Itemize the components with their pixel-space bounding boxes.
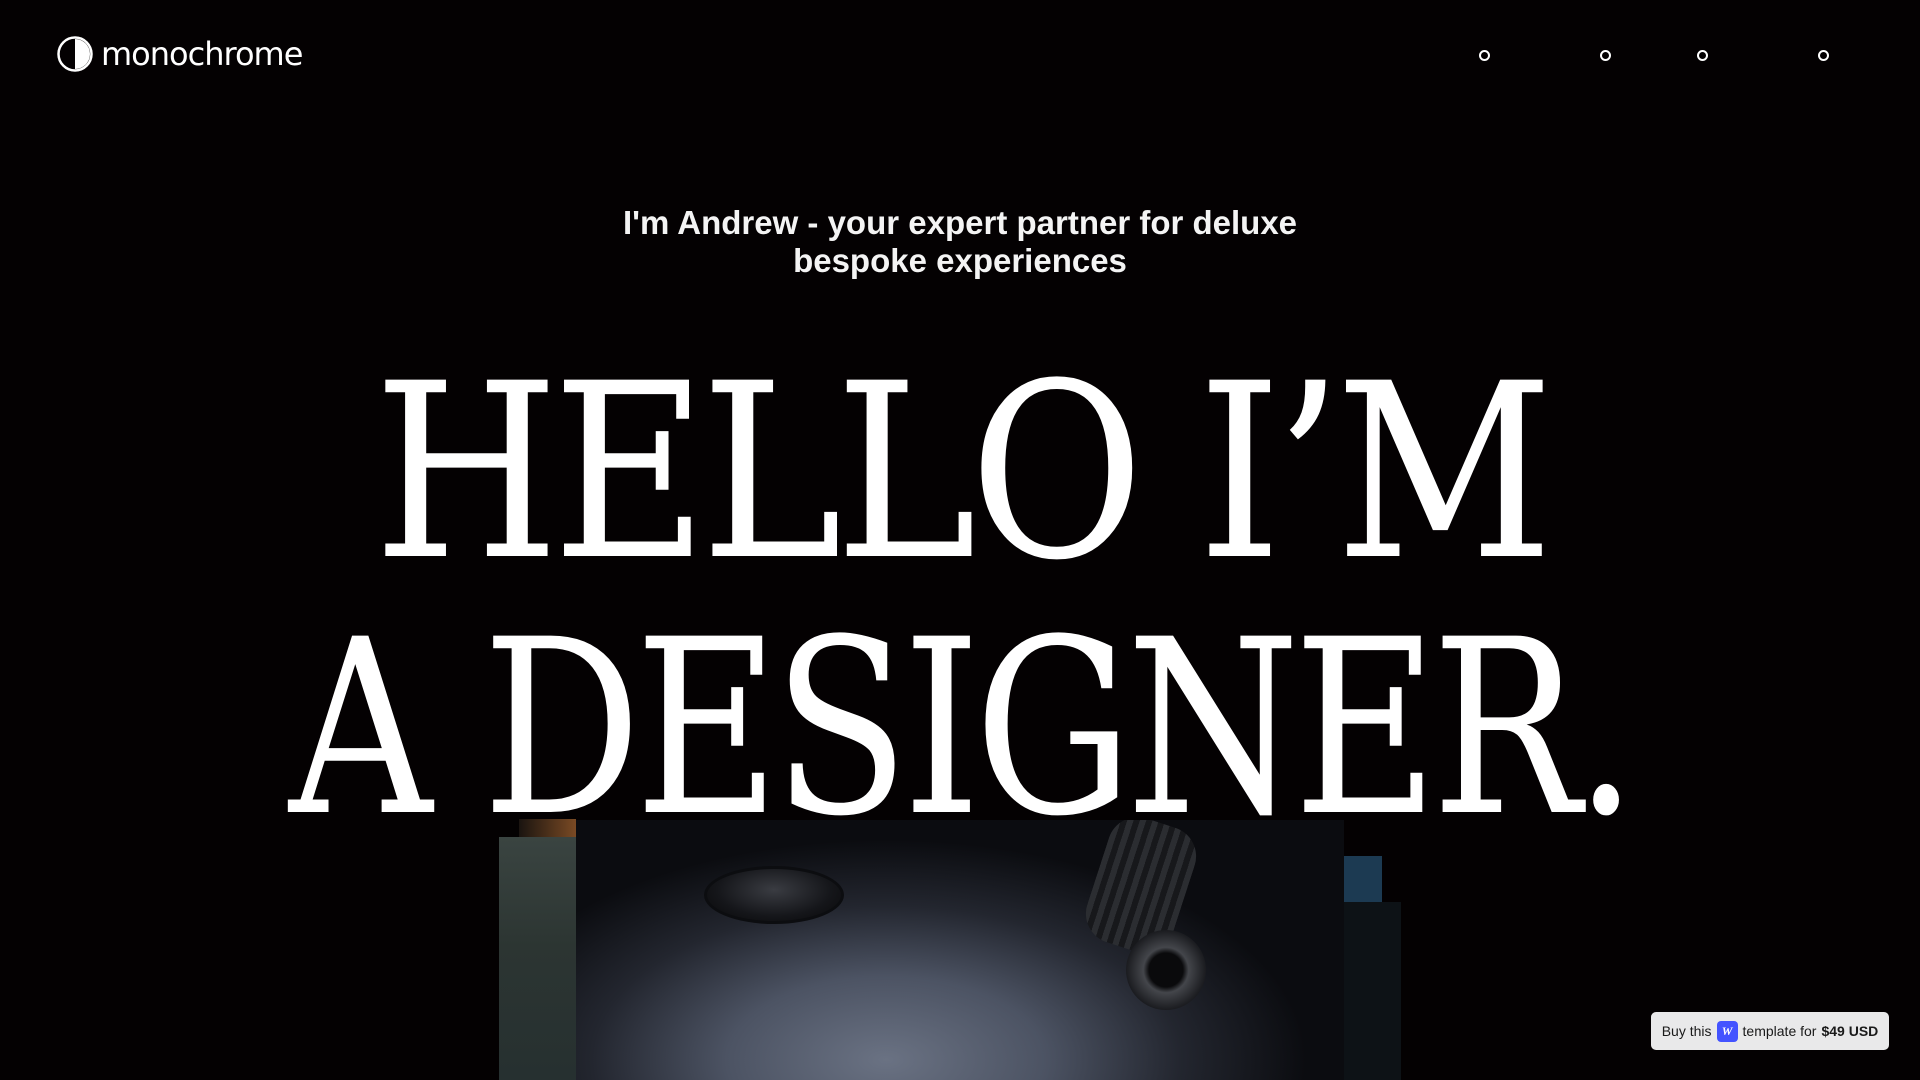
page: monochrome I'm Andrew - your expert part… bbox=[0, 0, 1920, 1080]
buy-prefix-text: Buy this bbox=[1661, 1023, 1712, 1039]
hero-heading: HELLO I’M A DESIGNER. bbox=[0, 352, 1920, 850]
hero-tagline: I'm Andrew - your expert partner for del… bbox=[560, 204, 1360, 280]
nav-dot-4[interactable] bbox=[1818, 50, 1829, 61]
buy-middle-text: template for bbox=[1742, 1023, 1817, 1039]
hero-heading-line-2: A DESIGNER. bbox=[288, 588, 1638, 870]
webflow-icon: W bbox=[1716, 1020, 1738, 1042]
monochrome-logo-icon bbox=[57, 36, 93, 72]
fuel-cap-detail bbox=[704, 866, 844, 924]
hero-heading-line-1: HELLO I’M bbox=[373, 332, 1554, 614]
nav-dot-3[interactable] bbox=[1697, 50, 1708, 61]
handlebar-end-detail bbox=[1126, 930, 1206, 1010]
nav-dot-2[interactable] bbox=[1600, 50, 1611, 61]
price-text: $49 USD bbox=[1821, 1023, 1879, 1039]
brand-logo-link[interactable]: monochrome bbox=[57, 35, 303, 73]
brand-name: monochrome bbox=[101, 35, 303, 73]
hero-tagline-line-2: bespoke experiences bbox=[793, 242, 1127, 279]
nav-dot-1[interactable] bbox=[1479, 50, 1490, 61]
hero-tagline-line-1: I'm Andrew - your expert partner for del… bbox=[622, 204, 1298, 241]
collage-photo-texture bbox=[499, 837, 577, 1080]
collage-photo-dark bbox=[1344, 902, 1401, 1080]
buy-template-button[interactable]: Buy this W template for $49 USD bbox=[1651, 1012, 1889, 1050]
